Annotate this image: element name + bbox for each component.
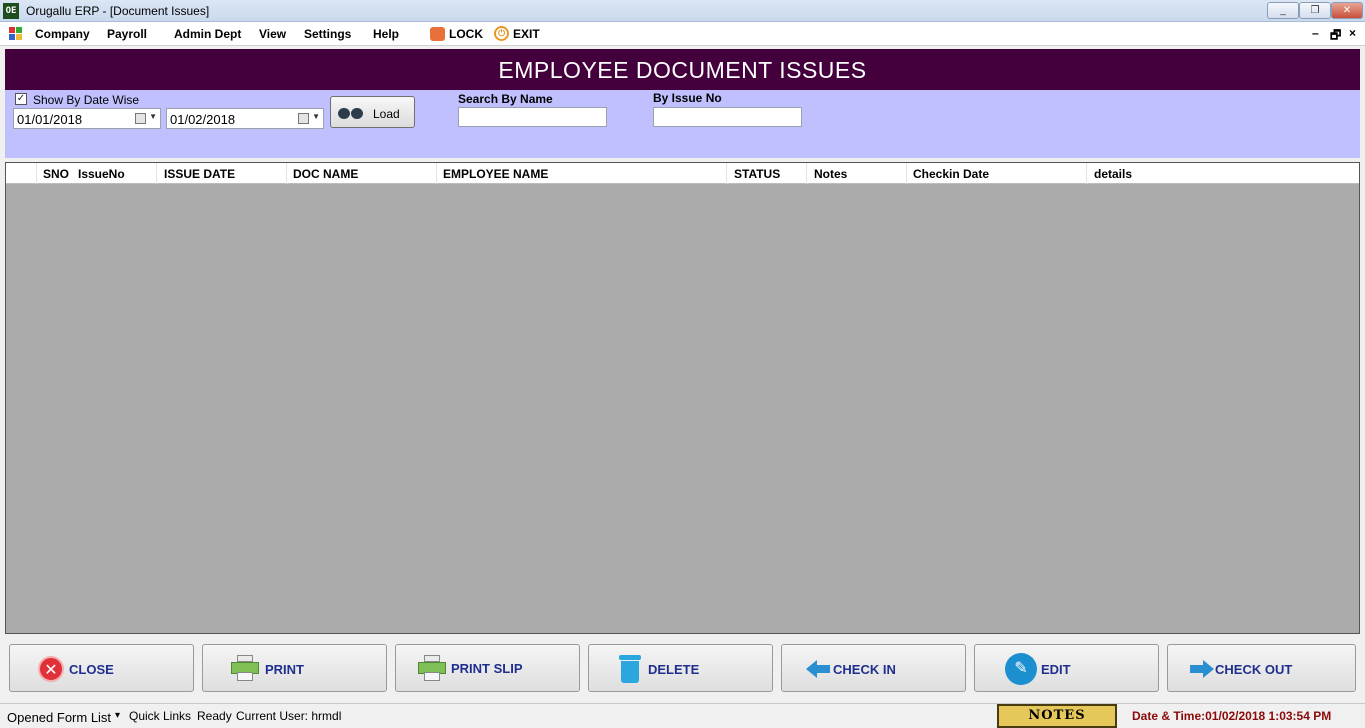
edit-icon: ✎: [1005, 653, 1037, 685]
chevron-down-icon[interactable]: ▾: [115, 710, 120, 721]
column-issue-date[interactable]: ISSUE DATE: [164, 167, 235, 181]
close-button-label: CLOSE: [69, 662, 114, 677]
filter-panel: ✓ Show By Date Wise 01/01/2018 ▼ 01/02/2…: [5, 90, 1360, 158]
mdi-minimize-button[interactable]: –: [1312, 26, 1319, 40]
app-icon: OE: [3, 3, 19, 19]
window-title: Orugallu ERP - [Document Issues]: [26, 4, 210, 18]
menu-help[interactable]: Help: [373, 27, 399, 41]
menu-bar: Company Payroll Admin Dept View Settings…: [0, 22, 1365, 46]
print-slip-button[interactable]: PRINT SLIP: [395, 644, 580, 692]
date-time: Date & Time:01/02/2018 1:03:54 PM: [1132, 709, 1332, 723]
delete-button-label: DELETE: [648, 662, 700, 677]
edit-button-label: EDIT: [1041, 662, 1071, 677]
vertical-scrollbar[interactable]: [1360, 46, 1365, 698]
column-doc-name[interactable]: DOC NAME: [293, 167, 358, 181]
column-notes[interactable]: Notes: [814, 167, 847, 181]
to-date-picker[interactable]: 01/02/2018 ▼: [166, 108, 324, 129]
column-checkin-date[interactable]: Checkin Date: [913, 167, 989, 181]
print-button[interactable]: PRINT: [202, 644, 387, 692]
from-date-picker[interactable]: 01/01/2018 ▼: [13, 108, 161, 129]
print-button-label: PRINT: [265, 662, 304, 677]
edit-button[interactable]: ✎ EDIT: [974, 644, 1159, 692]
trash-icon: [619, 655, 641, 683]
grid-header: SNO IssueNo ISSUE DATE DOC NAME EMPLOYEE…: [6, 163, 1359, 184]
menu-lock[interactable]: LOCK: [449, 27, 483, 41]
mdi-close-button[interactable]: ×: [1349, 26, 1356, 40]
from-date-value: 01/01/2018: [17, 112, 83, 127]
printer-icon: [418, 655, 446, 681]
title-bar: OE Orugallu ERP - [Document Issues] _ ❐ …: [0, 0, 1365, 22]
lock-icon[interactable]: [430, 27, 445, 41]
restore-button[interactable]: ❐: [1299, 2, 1331, 19]
menu-settings[interactable]: Settings: [304, 27, 351, 41]
calendar-icon[interactable]: [298, 113, 309, 124]
to-date-value: 01/02/2018: [170, 112, 236, 127]
load-button[interactable]: Load: [330, 96, 415, 128]
close-button[interactable]: ✕ CLOSE: [9, 644, 194, 692]
menu-view[interactable]: View: [259, 27, 286, 41]
current-user: Current User: hrmdl: [236, 709, 342, 723]
search-by-name-input[interactable]: [458, 107, 607, 127]
column-employee-name[interactable]: EMPLOYEE NAME: [443, 167, 548, 181]
minimize-button[interactable]: _: [1267, 2, 1299, 19]
chevron-down-icon[interactable]: ▼: [149, 112, 157, 121]
search-by-name-label: Search By Name: [458, 92, 553, 106]
column-status[interactable]: STATUS: [734, 167, 780, 181]
print-slip-button-label: PRINT SLIP: [451, 661, 523, 676]
chevron-down-icon[interactable]: ▼: [312, 112, 320, 121]
check-in-button-label: CHECK IN: [833, 662, 896, 677]
check-out-button[interactable]: CHECK OUT: [1167, 644, 1356, 692]
quick-links[interactable]: Quick Links: [129, 709, 191, 723]
power-icon[interactable]: ⏻: [494, 26, 509, 41]
mdi-restore-button[interactable]: 🗗: [1330, 26, 1341, 47]
menu-exit[interactable]: EXIT: [513, 27, 540, 41]
delete-button[interactable]: DELETE: [588, 644, 773, 692]
document-issues-grid[interactable]: SNO IssueNo ISSUE DATE DOC NAME EMPLOYEE…: [5, 162, 1360, 634]
header-banner: EMPLOYEE DOCUMENT ISSUES: [5, 49, 1360, 90]
printer-icon: [231, 655, 259, 681]
arrow-right-icon: [1190, 660, 1214, 678]
column-details[interactable]: details: [1094, 167, 1132, 181]
column-issueno[interactable]: IssueNo: [78, 167, 125, 181]
notes-button[interactable]: NOTES: [997, 704, 1117, 728]
calendar-icon[interactable]: [135, 113, 146, 124]
check-out-button-label: CHECK OUT: [1215, 662, 1293, 677]
status-ready: Ready: [197, 709, 232, 723]
check-in-button[interactable]: CHECK IN: [781, 644, 966, 692]
show-by-date-wise-label: Show By Date Wise: [33, 93, 140, 107]
by-issue-no-label: By Issue No: [653, 91, 722, 105]
show-by-date-wise-checkbox[interactable]: ✓: [15, 93, 27, 105]
menu-payroll[interactable]: Payroll: [107, 27, 147, 41]
close-window-button[interactable]: ✕: [1331, 2, 1363, 19]
issue-no-input[interactable]: [653, 107, 802, 127]
notes-label: NOTES: [1028, 708, 1086, 723]
app-menu-icon[interactable]: [9, 27, 22, 40]
column-sno[interactable]: SNO: [43, 167, 69, 181]
status-bar: Opened Form List ▾ Quick Links Ready Cur…: [0, 703, 1365, 728]
menu-company[interactable]: Company: [35, 27, 90, 41]
arrow-left-icon: [806, 660, 830, 678]
binoculars-icon: [338, 106, 368, 120]
load-button-label: Load: [373, 107, 400, 121]
menu-admin-dept[interactable]: Admin Dept: [174, 27, 241, 41]
page-title: EMPLOYEE DOCUMENT ISSUES: [498, 57, 867, 83]
opened-form-list[interactable]: Opened Form List: [7, 710, 111, 725]
close-icon: ✕: [38, 656, 64, 682]
